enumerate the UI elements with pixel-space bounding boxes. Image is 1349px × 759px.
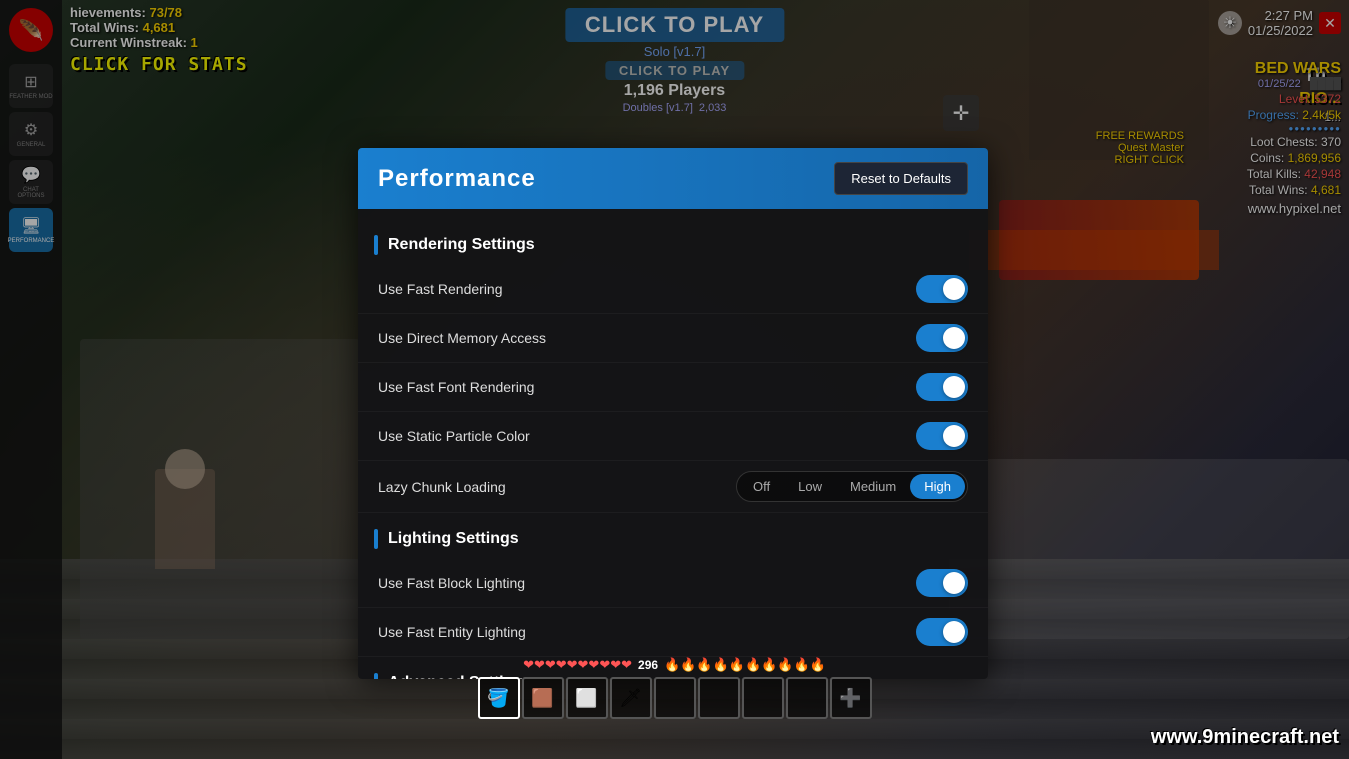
fast-font-label: Use Fast Font Rendering — [378, 379, 534, 395]
hotbar-slot-2[interactable]: 🟫 — [522, 677, 564, 719]
lazy-chunk-row: Lazy Chunk Loading Off Low Medium High — [358, 461, 988, 513]
performance-panel: Performance Reset to Defaults Rendering … — [358, 148, 988, 679]
fast-block-lighting-thumb — [943, 572, 965, 594]
chunk-option-off[interactable]: Off — [739, 474, 784, 499]
direct-memory-row: Use Direct Memory Access — [358, 314, 988, 363]
chunk-option-medium[interactable]: Medium — [836, 474, 910, 499]
rendering-section: Rendering Settings Use Fast Rendering Us… — [358, 229, 988, 513]
static-particle-thumb — [943, 425, 965, 447]
lighting-section-title: Lighting Settings — [388, 530, 519, 548]
fast-font-row: Use Fast Font Rendering — [358, 363, 988, 412]
hud-bottom: ❤❤❤❤❤❤❤❤❤❤ 296 🔥🔥🔥🔥🔥🔥🔥🔥🔥🔥 🪣 🟫 ⬜ 🗡 ➕ — [478, 657, 872, 719]
lighting-section-header: Lighting Settings — [358, 523, 988, 555]
panel-title: Performance — [378, 165, 536, 193]
rendering-section-header: Rendering Settings — [358, 229, 988, 261]
lighting-section: Lighting Settings Use Fast Block Lightin… — [358, 523, 988, 657]
fast-rendering-row: Use Fast Rendering — [358, 265, 988, 314]
fast-rendering-toggle[interactable] — [916, 275, 968, 303]
health-bar: ❤❤❤❤❤❤❤❤❤❤ 296 🔥🔥🔥🔥🔥🔥🔥🔥🔥🔥 — [523, 657, 826, 673]
lighting-section-bar — [374, 529, 378, 549]
lazy-chunk-label: Lazy Chunk Loading — [378, 479, 506, 495]
reset-defaults-button[interactable]: Reset to Defaults — [834, 162, 968, 195]
fast-rendering-thumb — [943, 278, 965, 300]
chunk-option-high[interactable]: High — [910, 474, 965, 499]
advanced-section-bar — [374, 673, 378, 679]
direct-memory-thumb — [943, 327, 965, 349]
panel-header: Performance Reset to Defaults — [358, 148, 988, 209]
hotbar-slot-4[interactable]: 🗡 — [610, 677, 652, 719]
static-particle-label: Use Static Particle Color — [378, 428, 530, 444]
fast-entity-lighting-row: Use Fast Entity Lighting — [358, 608, 988, 657]
watermark: www.9minecraft.net — [1151, 726, 1339, 749]
hotbar: 🪣 🟫 ⬜ 🗡 ➕ — [478, 677, 872, 719]
chunk-option-low[interactable]: Low — [784, 474, 836, 499]
hotbar-slot-3[interactable]: ⬜ — [566, 677, 608, 719]
fast-block-lighting-row: Use Fast Block Lighting — [358, 559, 988, 608]
panel-scroll-area[interactable]: Rendering Settings Use Fast Rendering Us… — [358, 209, 988, 679]
fast-block-lighting-toggle[interactable] — [916, 569, 968, 597]
rendering-section-title: Rendering Settings — [388, 236, 535, 254]
fast-entity-lighting-label: Use Fast Entity Lighting — [378, 624, 526, 640]
fast-rendering-label: Use Fast Rendering — [378, 281, 503, 297]
fast-entity-lighting-thumb — [943, 621, 965, 643]
hp-value: 296 — [638, 658, 658, 672]
fire-display: 🔥🔥🔥🔥🔥🔥🔥🔥🔥🔥 — [664, 657, 826, 673]
direct-memory-label: Use Direct Memory Access — [378, 330, 546, 346]
fast-font-thumb — [943, 376, 965, 398]
hotbar-slot-9[interactable]: ➕ — [830, 677, 872, 719]
rendering-section-bar — [374, 235, 378, 255]
static-particle-row: Use Static Particle Color — [358, 412, 988, 461]
fast-block-lighting-label: Use Fast Block Lighting — [378, 575, 525, 591]
fast-entity-lighting-toggle[interactable] — [916, 618, 968, 646]
fast-font-toggle[interactable] — [916, 373, 968, 401]
hotbar-slot-8[interactable] — [786, 677, 828, 719]
watermark-text: www.9minecraft.net — [1151, 726, 1339, 748]
hotbar-slot-7[interactable] — [742, 677, 784, 719]
chunk-loading-selector[interactable]: Off Low Medium High — [736, 471, 968, 502]
hotbar-slot-1[interactable]: 🪣 — [478, 677, 520, 719]
hotbar-slot-6[interactable] — [698, 677, 740, 719]
hearts-display: ❤❤❤❤❤❤❤❤❤❤ — [523, 657, 632, 673]
hotbar-slot-5[interactable] — [654, 677, 696, 719]
static-particle-toggle[interactable] — [916, 422, 968, 450]
direct-memory-toggle[interactable] — [916, 324, 968, 352]
panel-body: Rendering Settings Use Fast Rendering Us… — [358, 209, 988, 679]
